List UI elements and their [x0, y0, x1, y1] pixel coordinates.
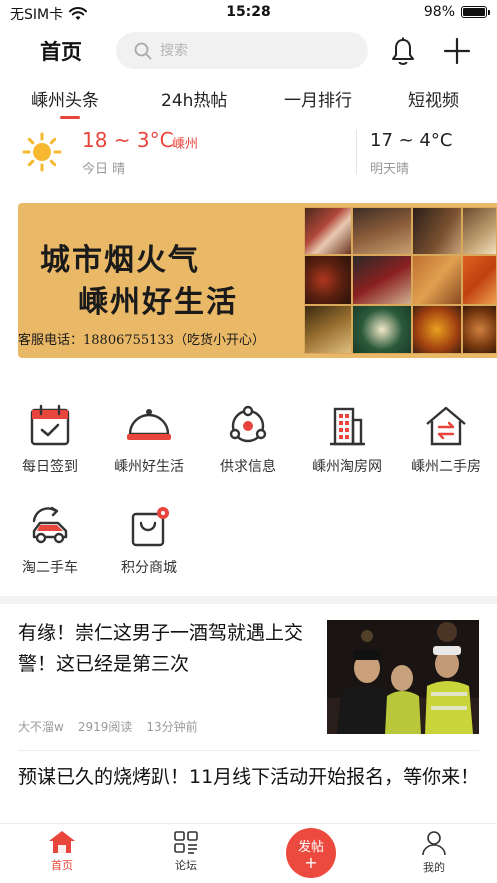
active-tab-indicator	[60, 116, 80, 119]
food-photo	[352, 305, 412, 354]
house-exchange-icon	[426, 406, 466, 446]
nav-home-label: 首页	[51, 859, 73, 872]
quick-link-used-car[interactable]: 淘二手车	[0, 505, 100, 595]
food-photo-collage	[304, 207, 497, 354]
news-divider	[18, 750, 479, 751]
dish-cover-icon	[127, 409, 171, 440]
food-photo	[412, 255, 462, 305]
building-icon	[330, 407, 365, 446]
quick-link-label: 供求信息	[220, 459, 276, 475]
quick-link-label: 积分商城	[121, 560, 177, 576]
post-button-label: 发帖	[297, 840, 324, 855]
home-icon	[49, 831, 75, 853]
news-reads: 2919阅读	[77, 720, 133, 734]
quick-link-good-life[interactable]: 嵊州好生活	[99, 404, 199, 494]
news-time: 13分钟前	[146, 720, 198, 734]
tab-toutiao[interactable]: 嵊州头条	[31, 86, 99, 111]
plus-icon[interactable]	[442, 36, 472, 66]
food-photo	[462, 305, 497, 354]
user-icon	[422, 831, 446, 856]
promo-banner[interactable]: 城市烟火气 嵊州好生活 客服电话：18806755133（吃货小开心）	[18, 203, 497, 358]
food-photo	[462, 255, 497, 305]
tomorrow-condition: 明天晴	[370, 162, 410, 177]
status-right: 98%	[423, 4, 490, 20]
news-meta: 大不溜w 2919阅读 13分钟前	[18, 718, 198, 735]
status-bar: 无SIM卡 15:28 98%	[0, 0, 497, 26]
nav-mine-label: 我的	[423, 861, 445, 874]
quick-link-supply-demand[interactable]: 供求信息	[198, 404, 298, 494]
search-icon	[134, 42, 152, 59]
shopping-bag-icon	[131, 507, 169, 547]
food-photo	[462, 207, 497, 255]
tomorrow-temperature: 17 ~ 4°C	[370, 130, 453, 151]
quick-link-house-net[interactable]: 嵊州淘房网	[297, 404, 397, 494]
car-refresh-icon	[32, 506, 68, 544]
quick-link-points-mall[interactable]: 积分商城	[99, 505, 199, 595]
search-bar[interactable]	[116, 32, 368, 69]
weather-city: 嵊州	[172, 137, 199, 152]
banner-text-area: 城市烟火气 嵊州好生活 客服电话：18806755133（吃货小开心）	[18, 203, 304, 358]
section-separator	[0, 596, 497, 604]
bottom-nav: 首页 论坛 发帖 + 我的	[0, 823, 497, 883]
nav-mine[interactable]: 我的	[404, 830, 464, 875]
tab-24h-hot[interactable]: 24h热帖	[161, 86, 227, 111]
today-temperature: 18 ~ 3°C	[82, 128, 174, 152]
status-time: 15:28	[226, 4, 271, 20]
quick-link-label: 嵊州好生活	[114, 459, 184, 475]
weather-divider	[356, 130, 357, 174]
search-input[interactable]	[160, 42, 350, 59]
food-photo	[304, 255, 352, 305]
quick-link-label: 嵊州淘房网	[312, 459, 382, 475]
food-photo	[412, 305, 462, 354]
food-photo	[352, 207, 412, 255]
nav-home[interactable]: 首页	[32, 830, 92, 873]
forum-grid-icon	[174, 831, 198, 854]
news-title[interactable]: 有缘！崇仁这男子一酒驾就遇上交警！这已经是第三次	[18, 618, 318, 680]
food-photo	[412, 207, 462, 255]
tab-month-rank[interactable]: 一月排行	[284, 86, 352, 111]
weather-widget[interactable]: 18 ~ 3°C 嵊州 今日 晴 17 ~ 4°C 明天晴	[0, 126, 497, 178]
nav-forum-label: 论坛	[175, 859, 197, 872]
share-network-icon	[229, 405, 267, 443]
news-item[interactable]: 有缘！崇仁这男子一酒驾就遇上交警！这已经是第三次 大不溜w 2919阅读 13分…	[0, 604, 497, 751]
quick-link-label: 淘二手车	[22, 560, 78, 576]
food-photo	[304, 305, 352, 354]
quick-link-second-hand-house[interactable]: 嵊州二手房	[396, 404, 496, 494]
post-button[interactable]: 发帖 +	[286, 828, 336, 878]
battery-icon	[461, 6, 490, 18]
news-author: 大不溜w	[18, 720, 64, 734]
page-title: 首页	[40, 40, 82, 64]
news-title[interactable]: 预谋已久的烧烤趴！11月线下活动开始报名，等你来！	[18, 762, 488, 793]
tab-short-video[interactable]: 短视频	[408, 86, 459, 111]
quick-link-label: 嵊州二手房	[411, 459, 481, 475]
banner-headline-1: 城市烟火气	[40, 243, 200, 278]
battery-cap	[488, 10, 490, 15]
battery-percent: 98%	[423, 4, 455, 20]
calendar-check-icon	[30, 404, 70, 446]
quick-link-label: 每日签到	[22, 459, 78, 475]
today-condition: 今日 晴	[82, 162, 126, 177]
sun-icon	[22, 132, 62, 172]
news-thumbnail[interactable]	[327, 620, 479, 734]
news-photo	[327, 620, 479, 734]
post-plus-icon: +	[304, 853, 318, 872]
food-photo	[304, 207, 352, 255]
bell-icon[interactable]	[388, 36, 418, 66]
battery-fill	[463, 8, 485, 16]
category-tabs: 嵊州头条 24h热帖 一月排行 短视频	[0, 82, 497, 122]
banner-phone: 客服电话：18806755133（吃货小开心）	[18, 333, 265, 348]
food-photo	[352, 255, 412, 305]
quick-link-daily-checkin[interactable]: 每日签到	[0, 404, 100, 494]
nav-forum[interactable]: 论坛	[156, 830, 216, 873]
header: 首页	[0, 30, 497, 72]
banner-headline-2: 嵊州好生活	[78, 285, 238, 320]
